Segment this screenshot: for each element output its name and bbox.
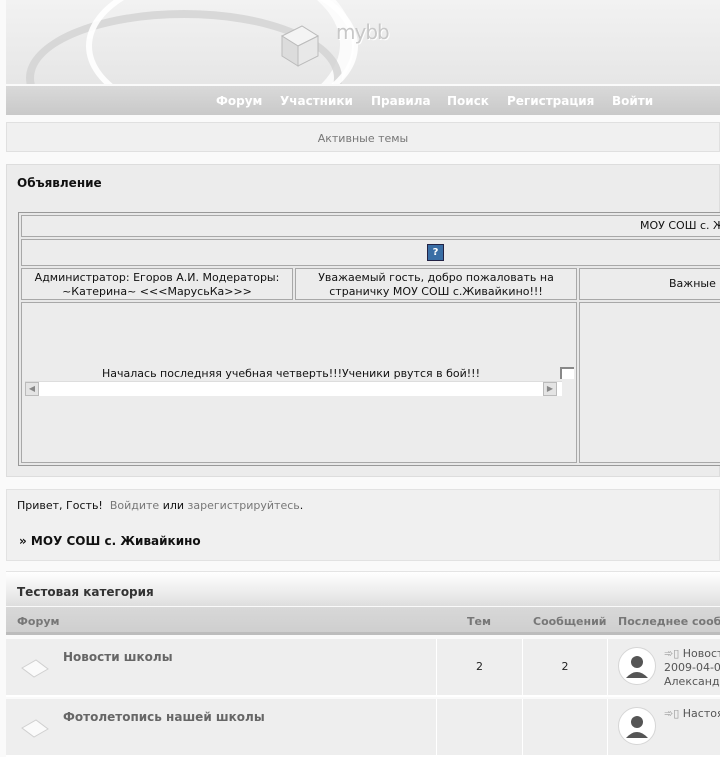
user-avatar-icon [618,707,656,745]
nav-forum[interactable]: Форум [216,94,262,108]
scroll-left-arrow[interactable]: ◀ [25,382,39,396]
welcome-text: Уважаемый гость, добро пожаловать на стр… [318,271,554,298]
header-banner: mybb [6,0,720,84]
side-cell [579,302,720,463]
forum-status-icon [21,719,49,738]
register-link[interactable]: зарегистрируйтесь [188,499,300,512]
welcome-cell: Уважаемый гость, добро пожаловать на стр… [295,268,577,300]
scroll-right-arrow[interactable]: ▶ [543,382,557,396]
forum-column-headers: Форум Тем Сообщений Последнее сооб [6,607,720,635]
nav-search[interactable]: Поиск [447,94,489,108]
forum-topics-count: 2 [476,660,483,673]
mybb-logo-icon[interactable] [272,18,324,70]
last-post-arrow-icon: ➾▯ [664,647,680,660]
greeting-period: . [299,499,304,512]
nav-members[interactable]: Участники [280,94,353,108]
help-cell: ? [21,239,720,266]
admin-cell: Администратор: Егоров А.И. Модераторы: ~… [21,268,293,300]
last-post-author[interactable]: Александ [664,675,720,688]
login-link[interactable]: Войдите [110,499,159,512]
last-post-arrow-icon: ➾▯ [664,707,680,720]
forum-name[interactable]: Фотолетопись нашей школы [63,710,265,724]
active-topics-bar: Активные темы [6,122,720,152]
forum-posts-count: 2 [561,660,569,673]
announcement-panel: Объявление МОУ СОШ с. Жи ? Администратор… [6,164,720,477]
forum-row[interactable]: Фотолетопись нашей школы ➾▯ Настоя [6,699,720,757]
forum-name[interactable]: Новости школы [63,650,173,664]
nav-rules[interactable]: Правила [371,94,431,108]
greeting-panel: Привет, Гость! Войдите или зарегистрируй… [6,489,720,561]
admin-text: Администратор: Егоров А.И. Модераторы: ~… [34,271,280,298]
last-post-info: ➾▯ Новост 2009-04-0 Александ [664,647,720,689]
category-title[interactable]: Тестовая категория [17,585,154,599]
forum-row[interactable]: Новости школы 2 2 ➾▯ Новост 2009-04-0 Ал… [6,639,720,697]
help-icon[interactable]: ? [427,244,444,261]
col-topics: Тем [467,615,491,628]
nav-register[interactable]: Регистрация [507,94,594,108]
school-name-cell: МОУ СОШ с. Жи [21,215,720,237]
nav-login[interactable]: Войти [612,94,653,108]
school-name: МОУ СОШ с. Жи [640,219,720,232]
logo-text: mybb [336,20,390,44]
last-post-date: 2009-04-0 [664,661,720,674]
announcement-title: Объявление [17,176,102,190]
col-posts: Сообщений [533,615,607,628]
marquee-corner [560,367,574,379]
marquee-cell: Началась последняя учебная четверть!!!Уч… [21,302,577,463]
last-post-title[interactable]: Новост [683,647,720,660]
announcement-table: МОУ СОШ с. Жи ? Администратор: Егоров А.… [18,212,720,466]
marquee-text: Началась последняя учебная четверть!!!Уч… [102,367,480,380]
active-topics-link[interactable]: Активные темы [7,132,719,145]
greeting-line: Привет, Гость! Войдите или зарегистрируй… [17,499,303,512]
marquee-scrollbar[interactable]: ◀ ▶ [25,381,562,396]
col-forum: Форум [17,615,60,628]
last-post-title[interactable]: Настоя [683,707,720,720]
col-last-post: Последнее сооб [618,615,720,628]
greeting-or: или [162,499,185,512]
user-avatar-icon [618,647,656,685]
breadcrumb[interactable]: » МОУ СОШ с. Живайкино [19,534,201,548]
forum-status-icon [21,659,49,678]
important-text: Важные с [669,277,720,290]
important-cell: Важные с [579,268,720,300]
greeting-hello: Привет, Гость! [17,499,103,512]
category-header: Тестовая категория [6,571,720,606]
last-post-info: ➾▯ Настоя [664,707,720,721]
main-nav: Форум Участники Правила Поиск Регистраци… [6,86,720,115]
